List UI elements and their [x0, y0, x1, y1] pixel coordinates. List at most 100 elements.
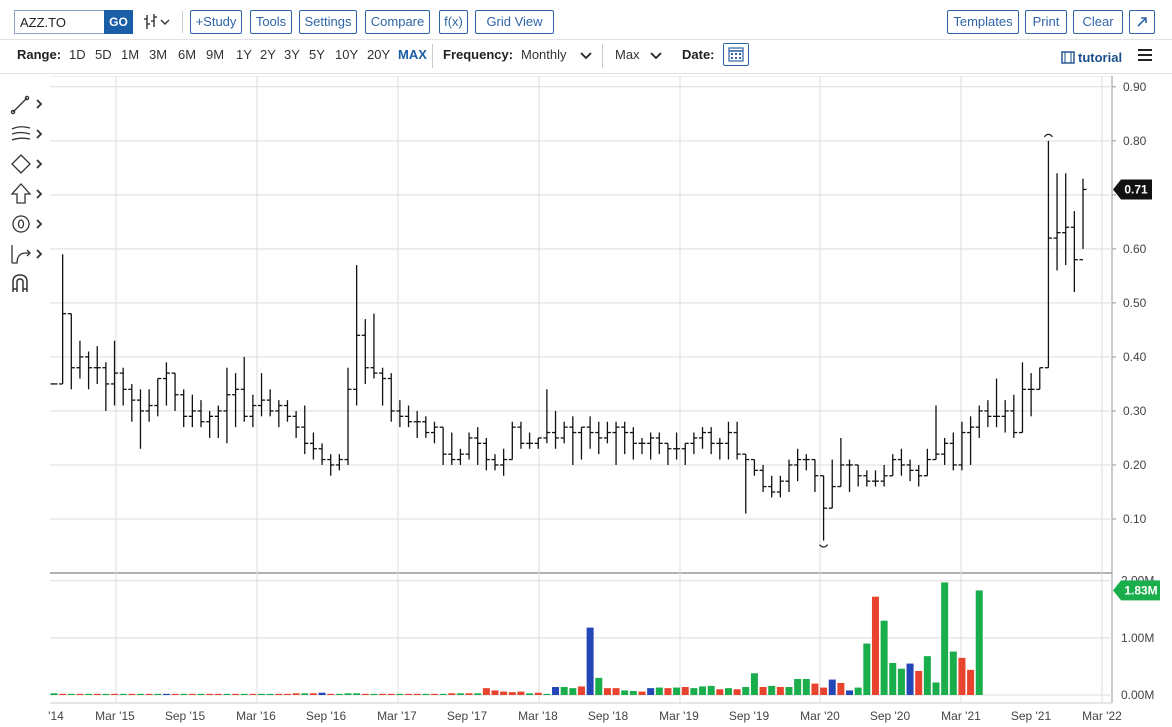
volume-bar[interactable] — [119, 693, 127, 695]
volume-bar[interactable] — [50, 693, 58, 695]
volume-bar[interactable] — [655, 687, 663, 695]
grid-view-button[interactable]: Grid View — [475, 10, 554, 34]
volume-bar[interactable] — [586, 627, 594, 695]
volume-bar[interactable] — [603, 688, 611, 695]
range-option-3y[interactable]: 3Y — [284, 47, 300, 62]
volume-bar[interactable] — [846, 690, 854, 695]
period-select[interactable]: Max — [615, 47, 640, 62]
volume-bar[interactable] — [794, 679, 802, 695]
go-button[interactable]: GO — [104, 10, 133, 34]
volume-bar[interactable] — [759, 687, 767, 695]
range-option-20y[interactable]: 20Y — [367, 47, 390, 62]
volume-bar[interactable] — [405, 693, 413, 695]
print-button[interactable]: Print — [1025, 10, 1067, 34]
volume-bar[interactable] — [595, 677, 603, 695]
volume-bar[interactable] — [370, 693, 378, 695]
volume-bar[interactable] — [327, 693, 335, 695]
volume-bar[interactable] — [422, 693, 430, 695]
volume-bar[interactable] — [171, 693, 179, 695]
chevron-down-icon[interactable] — [650, 52, 662, 60]
range-option-2y[interactable]: 2Y — [260, 47, 276, 62]
volume-bar[interactable] — [897, 668, 905, 695]
volume-bar[interactable] — [59, 693, 67, 695]
volume-bar[interactable] — [621, 690, 629, 695]
volume-bar[interactable] — [76, 693, 84, 695]
volume-bar[interactable] — [223, 693, 231, 695]
volume-bar[interactable] — [569, 688, 577, 695]
volume-bar[interactable] — [776, 687, 784, 695]
volume-bar[interactable] — [335, 693, 343, 695]
volume-bar[interactable] — [85, 693, 93, 695]
volume-bar[interactable] — [240, 693, 248, 695]
volume-bar[interactable] — [543, 693, 551, 695]
volume-bar[interactable] — [249, 693, 257, 695]
volume-bar[interactable] — [949, 651, 957, 695]
range-option-5y[interactable]: 5Y — [309, 47, 325, 62]
volume-bar[interactable] — [811, 683, 819, 695]
volume-bar[interactable] — [67, 693, 75, 695]
volume-bar[interactable] — [526, 693, 534, 695]
volume-bar[interactable] — [820, 687, 828, 695]
volume-bar[interactable] — [387, 693, 395, 695]
settings-button[interactable]: Settings — [299, 10, 357, 34]
volume-bar[interactable] — [188, 693, 196, 695]
volume-bar[interactable] — [318, 692, 326, 695]
volume-bar[interactable] — [154, 693, 162, 695]
chart-type-dropdown[interactable] — [142, 12, 172, 32]
volume-bar[interactable] — [975, 590, 983, 695]
volume-bar[interactable] — [889, 663, 897, 695]
volume-bar[interactable] — [353, 693, 361, 695]
volume-bar[interactable] — [612, 688, 620, 695]
volume-bar[interactable] — [577, 686, 585, 695]
volume-bar[interactable] — [128, 693, 136, 695]
volume-bar[interactable] — [690, 688, 698, 695]
volume-bar[interactable] — [673, 687, 681, 695]
volume-bar[interactable] — [733, 689, 741, 695]
volume-bar[interactable] — [664, 688, 672, 695]
volume-bar[interactable] — [880, 620, 888, 695]
volume-bar[interactable] — [465, 693, 473, 695]
volume-bar[interactable] — [93, 693, 101, 695]
volume-bar[interactable] — [145, 693, 153, 695]
range-option-1d[interactable]: 1D — [69, 47, 86, 62]
film-icon[interactable] — [1061, 51, 1075, 64]
volume-bar[interactable] — [258, 693, 266, 695]
volume-bar[interactable] — [232, 693, 240, 695]
volume-bar[interactable] — [923, 656, 931, 695]
volume-bar[interactable] — [629, 691, 637, 695]
tutorial-link[interactable]: tutorial — [1078, 50, 1122, 65]
volume-bar[interactable] — [102, 693, 110, 695]
volume-bar[interactable] — [111, 693, 119, 695]
function-button[interactable]: f(x) — [439, 10, 468, 34]
range-option-1y[interactable]: 1Y — [236, 47, 252, 62]
menu-icon[interactable] — [1137, 48, 1153, 62]
volume-bar[interactable] — [430, 693, 438, 695]
volume-bar[interactable] — [638, 691, 646, 695]
volume-bar[interactable] — [517, 691, 525, 695]
volume-bar[interactable] — [699, 686, 707, 695]
symbol-input[interactable] — [14, 10, 104, 34]
price-chart[interactable]: '14 Mar '15 Sep '15 Mar '16 Sep '16 Mar '17 Se… — [0, 76, 1172, 727]
range-option-5d[interactable]: 5D — [95, 47, 112, 62]
volume-bar[interactable] — [214, 693, 222, 695]
date-picker-button[interactable] — [723, 43, 749, 66]
volume-bar[interactable] — [724, 688, 732, 695]
volume-bar[interactable] — [448, 693, 456, 695]
study-button[interactable]: +Study — [190, 10, 242, 34]
volume-bar[interactable] — [162, 693, 170, 695]
range-option-9m[interactable]: 9M — [206, 47, 224, 62]
frequency-select[interactable]: Monthly — [521, 47, 567, 62]
range-option-6m[interactable]: 6M — [178, 47, 196, 62]
volume-bar[interactable] — [707, 685, 715, 695]
volume-bar[interactable] — [768, 685, 776, 695]
range-option-3m[interactable]: 3M — [149, 47, 167, 62]
volume-bar[interactable] — [180, 693, 188, 695]
volume-bar[interactable] — [344, 693, 352, 695]
volume-bar[interactable] — [136, 693, 144, 695]
volume-bar[interactable] — [802, 679, 810, 695]
volume-bar[interactable] — [854, 687, 862, 695]
range-option-max[interactable]: MAX — [398, 47, 427, 62]
volume-bar[interactable] — [206, 693, 214, 695]
tools-button[interactable]: Tools — [250, 10, 292, 34]
volume-bar[interactable] — [941, 582, 949, 695]
